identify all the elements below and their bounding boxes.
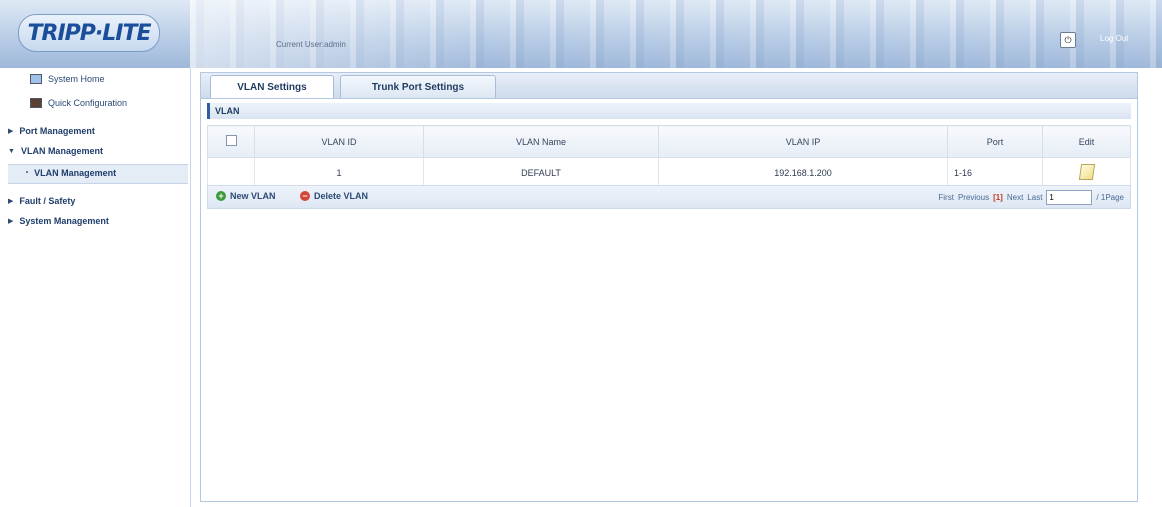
- delete-vlan-button[interactable]: − Delete VLAN: [300, 191, 368, 201]
- sidebar-item-label: VLAN Management: [20, 146, 103, 156]
- logout-link[interactable]: Log Out: [1100, 34, 1128, 43]
- vlan-panel: VLAN VLAN ID VLAN Name VLAN IP Port Edit…: [200, 98, 1138, 502]
- select-all-checkbox[interactable]: [225, 135, 237, 146]
- pager-total: / 1Page: [1096, 193, 1124, 202]
- tab-bar: VLAN Settings Trunk Port Settings: [200, 72, 1138, 99]
- vlan-table: VLAN ID VLAN Name VLAN IP Port Edit 1 DE…: [207, 125, 1131, 188]
- sidebar-item-quick-configuration[interactable]: Quick Configuration: [30, 94, 127, 112]
- sidebar-item-label: VLAN Management: [34, 168, 117, 178]
- home-icon: [30, 74, 42, 84]
- sidebar-item-vlan-management[interactable]: ▼ VLAN Management: [8, 142, 103, 160]
- pagination: First Previous [1] Next Last / 1Page: [938, 190, 1124, 205]
- cell-vlan-id: 1: [254, 157, 424, 188]
- column-header-port[interactable]: Port: [947, 125, 1043, 158]
- column-header-vlan-id[interactable]: VLAN ID: [254, 125, 424, 158]
- triangle-down-icon: ▼: [8, 147, 15, 155]
- sidebar-item-label: System Management: [19, 216, 109, 226]
- sidebar-item-fault-safety[interactable]: ▶ Fault / Safety: [8, 192, 75, 210]
- pager-previous-link[interactable]: Previous: [958, 193, 989, 202]
- cell-vlan-name: DEFAULT: [423, 157, 659, 188]
- vlan-toolbar: + New VLAN − Delete VLAN First Previous …: [207, 185, 1131, 209]
- add-icon: +: [216, 191, 226, 201]
- pager-next-link[interactable]: Next: [1007, 193, 1023, 202]
- logout-icon[interactable]: ⏻: [1060, 32, 1076, 48]
- tab-trunk-port-settings[interactable]: Trunk Port Settings: [340, 75, 496, 99]
- row-select-cell: [207, 157, 255, 188]
- header-banner: TRIPP·LITE Current User:admin ⏻ Log Out: [0, 0, 1162, 68]
- cell-port: 1-16: [947, 157, 1043, 188]
- triangle-right-icon: ▶: [8, 218, 14, 225]
- delete-vlan-label: Delete VLAN: [314, 191, 369, 201]
- select-all-header: [207, 125, 255, 158]
- sidebar-item-port-management[interactable]: ▶ Port Management: [8, 122, 95, 140]
- new-vlan-button[interactable]: + New VLAN: [216, 191, 276, 201]
- section-title: VLAN: [207, 103, 1131, 119]
- sidebar-subitem-vlan-management[interactable]: • VLAN Management: [26, 164, 116, 182]
- column-header-vlan-name[interactable]: VLAN Name: [423, 125, 659, 158]
- sidebar-item-label: Fault / Safety: [19, 196, 76, 206]
- cell-vlan-ip: 192.168.1.200: [658, 157, 948, 188]
- sidebar-item-label: Quick Configuration: [48, 98, 128, 108]
- new-vlan-label: New VLAN: [230, 191, 276, 201]
- page-number-input[interactable]: [1046, 190, 1093, 205]
- sidebar-item-label: System Home: [48, 74, 105, 84]
- pager-current-page: [1]: [993, 193, 1003, 202]
- bullet-icon: •: [26, 170, 29, 176]
- tab-vlan-settings[interactable]: VLAN Settings: [210, 75, 334, 99]
- table-row: 1 DEFAULT 192.168.1.200 1-16: [207, 157, 1131, 188]
- column-header-edit: Edit: [1042, 125, 1131, 158]
- cell-edit: [1042, 157, 1131, 188]
- edit-icon[interactable]: [1078, 163, 1095, 180]
- delete-icon: −: [300, 191, 310, 201]
- wrench-icon: [30, 98, 42, 108]
- logo-text: TRIPP·LITE: [27, 20, 152, 46]
- column-header-vlan-ip[interactable]: VLAN IP: [658, 125, 948, 158]
- sidebar: System Home Quick Configuration ▶ Port M…: [0, 68, 191, 507]
- current-user-label: Current User:admin: [276, 40, 346, 49]
- sidebar-item-system-home[interactable]: System Home: [30, 70, 105, 88]
- pager-last-link[interactable]: Last: [1027, 193, 1042, 202]
- triangle-right-icon: ▶: [8, 198, 14, 205]
- table-header-row: VLAN ID VLAN Name VLAN IP Port Edit: [207, 125, 1131, 158]
- triangle-right-icon: ▶: [8, 128, 14, 135]
- header-shade: [190, 0, 490, 68]
- sidebar-item-label: Port Management: [19, 126, 95, 136]
- sidebar-item-system-management[interactable]: ▶ System Management: [8, 212, 109, 230]
- pager-first-link[interactable]: First: [938, 193, 954, 202]
- tripp-lite-logo: TRIPP·LITE: [18, 14, 160, 52]
